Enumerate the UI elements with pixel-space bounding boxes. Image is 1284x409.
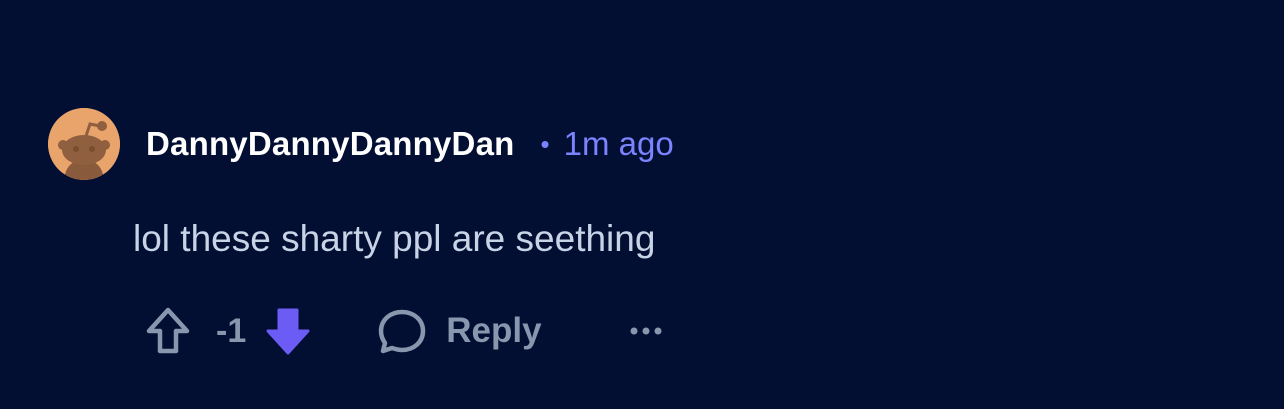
downvote-button[interactable] xyxy=(260,303,316,359)
more-options-icon xyxy=(630,327,662,335)
author-username[interactable]: DannyDannyDannyDan xyxy=(146,125,515,163)
more-options-button[interactable] xyxy=(626,311,666,351)
downvote-arrow-icon xyxy=(266,308,310,355)
meta-separator: • xyxy=(540,128,550,159)
avatar[interactable] xyxy=(48,108,120,180)
vote-score: -1 xyxy=(216,311,247,350)
reply-button[interactable]: Reply xyxy=(378,308,542,354)
snoo-avatar-icon xyxy=(48,108,120,180)
comment-bubble-icon xyxy=(378,309,426,354)
reply-label: Reply xyxy=(446,311,542,350)
comment-meta: DannyDannyDannyDan • 1m ago xyxy=(146,124,674,164)
comment-timestamp: 1m ago xyxy=(563,125,674,162)
comment-body: lol these sharty ppl are seething xyxy=(133,218,656,259)
comment: DannyDannyDannyDan • 1m ago lol these sh… xyxy=(0,0,1284,409)
upvote-arrow-icon xyxy=(146,307,190,354)
upvote-button[interactable] xyxy=(140,303,196,359)
comment-actions: -1 Reply xyxy=(140,302,666,360)
